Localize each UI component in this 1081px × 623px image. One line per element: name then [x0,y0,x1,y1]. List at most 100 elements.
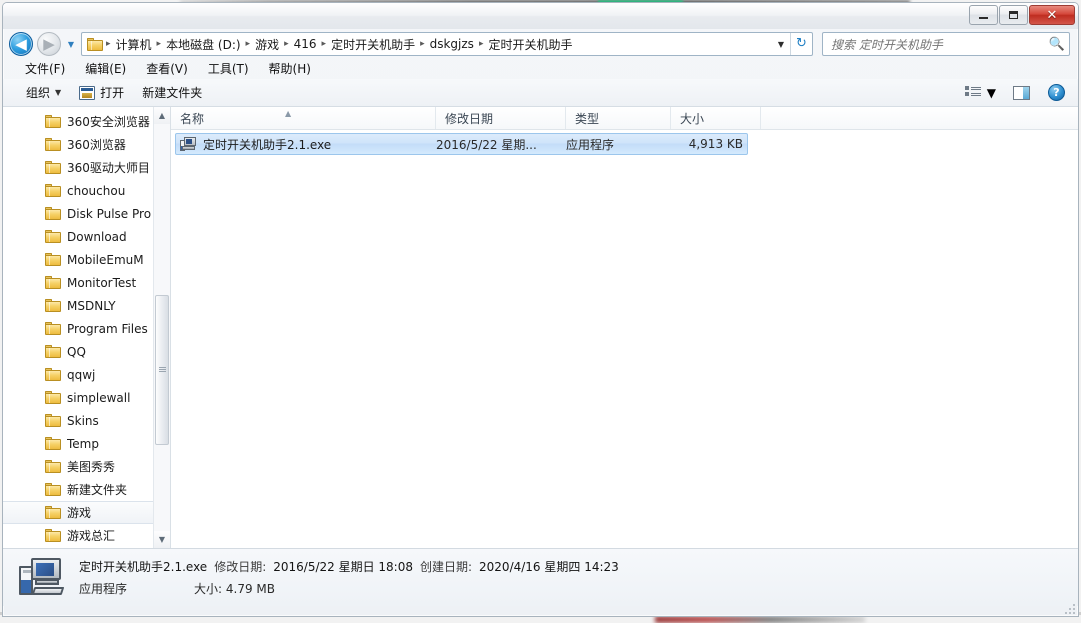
folder-icon [45,483,61,496]
nav-item-15[interactable]: 美图秀秀 [3,455,170,478]
folder-icon [45,299,61,312]
new-folder-label: 新建文件夹 [142,86,203,100]
details-text: 定时开关机助手2.1.exe 修改日期: 2016/5/22 星期日 18:08… [79,558,619,597]
history-dropdown-button[interactable]: ▼ [65,40,77,49]
open-button[interactable]: 打开 [70,82,133,104]
breadcrumb: ▸ 计算机 ▸ 本地磁盘 (D:) ▸ 游戏 ▸ 416 ▸ 定时开关机助手 ▸… [105,36,772,53]
nav-item-label: qqwj [67,367,96,382]
search-icon: 🔍 [1048,36,1065,52]
column-label: 名称 [180,111,205,126]
preview-pane-button[interactable] [1004,82,1039,104]
nav-item-11[interactable]: qqwj [3,363,170,386]
nav-item-label: Temp [67,436,99,451]
details-size: 大小: 4.79 MB [194,580,275,597]
details-file-type: 应用程序 [79,582,128,596]
organize-button[interactable]: 组织 ▼ [17,82,70,104]
restore-button[interactable] [999,5,1028,25]
command-toolbar: 组织 ▼ 打开 新建文件夹 ▼ ? [3,79,1078,107]
view-options-button[interactable]: ▼ [957,86,1004,100]
column-header-date[interactable]: 修改日期 [436,107,566,129]
folder-icon [45,322,61,335]
menu-item-help[interactable]: 帮助(H) [259,59,321,79]
details-size-value: 4.79 MB [225,582,275,596]
nav-item-14[interactable]: Temp [3,432,170,455]
breadcrumb-item-2[interactable]: 游戏 [251,36,283,53]
details-created-label: 创建日期: [419,560,473,574]
details-modified-label: 修改日期: [214,560,267,574]
restore-icon [1009,11,1018,19]
file-rows: 定时开关机助手2.1.exe 2016/5/22 星期... 应用程序 4,91… [171,133,1078,155]
chevron-down-icon: ▼ [158,535,166,544]
nav-item-3[interactable]: chouchou [3,179,170,202]
menu-item-file[interactable]: 文件(F) [15,59,75,79]
scroll-down-button[interactable]: ▼ [154,531,170,548]
nav-item-5[interactable]: Download [3,225,170,248]
chevron-down-icon: ▼ [986,85,996,100]
file-size-cell: 4,913 KB [688,137,743,151]
scrollbar-thumb[interactable] [155,295,169,445]
file-date-cell: 2016/5/22 星期... [436,137,537,152]
breadcrumb-item-4[interactable]: 定时开关机助手 [327,36,419,53]
breadcrumb-item-3[interactable]: 416 [290,37,321,51]
nav-item-1[interactable]: 360浏览器 [3,133,170,156]
nav-item-18[interactable]: 游戏总汇 [3,524,170,547]
forward-icon: ▶ [43,35,55,53]
menu-item-view[interactable]: 查看(V) [136,59,198,79]
address-bar-row: ◀ ▶ ▼ ▸ 计算机 ▸ 本地磁盘 (D:) ▸ 游戏 ▸ 416 ▸ 定时开… [3,29,1078,59]
nav-item-16[interactable]: 新建文件夹 [3,478,170,501]
breadcrumb-item-1[interactable]: 本地磁盘 (D:) [162,36,244,53]
nav-item-label: 游戏 [67,506,92,520]
close-button[interactable]: ✕ [1029,5,1075,25]
folder-icon [45,138,61,151]
refresh-button[interactable]: ↻ [790,33,812,55]
minimize-icon [979,17,988,19]
nav-item-13[interactable]: Skins [3,409,170,432]
back-button[interactable]: ◀ [9,32,33,56]
file-type-cell: 应用程序 [566,137,615,152]
nav-item-6[interactable]: MobileEmuM [3,248,170,271]
close-icon: ✕ [1046,7,1058,23]
column-header-type[interactable]: 类型 [566,107,671,129]
back-icon: ◀ [15,35,27,53]
nav-item-4[interactable]: Disk Pulse Pro [3,202,170,225]
nav-item-0[interactable]: 360安全浏览器 [3,110,170,133]
view-list-icon [964,86,981,99]
window-controls: ✕ [969,5,1075,25]
resize-grip[interactable] [1063,602,1075,614]
navigation-scrollbar[interactable]: ▲ ▼ [153,107,170,548]
breadcrumb-item-6[interactable]: 定时开关机助手 [484,36,576,53]
details-row-secondary: 应用程序 大小: 4.79 MB [79,580,619,597]
nav-item-12[interactable]: simplewall [3,386,170,409]
folder-icon [45,345,61,358]
help-button[interactable]: ? [1039,82,1074,104]
breadcrumb-item-5[interactable]: dskgjzs [426,37,478,51]
preview-pane-icon [1013,85,1030,100]
nav-item-8[interactable]: MSDNLY [3,294,170,317]
nav-item-10[interactable]: QQ [3,340,170,363]
column-header-name[interactable]: 名称 ▲ [171,107,436,129]
open-label: 打开 [100,86,125,100]
scroll-up-button[interactable]: ▲ [154,107,170,124]
nav-item-label: QQ [67,344,86,359]
nav-item-9[interactable]: Program Files [3,317,170,340]
nav-item-label: Disk Pulse Pro [67,206,152,221]
nav-item-17-selected[interactable]: 游戏 [3,501,170,524]
computer-application-icon [19,556,65,600]
menu-item-edit[interactable]: 编辑(E) [75,59,136,79]
refresh-icon: ↻ [796,36,807,51]
address-dropdown-button[interactable]: ▼ [772,40,790,49]
nav-item-label: 游戏总汇 [67,529,116,543]
forward-button[interactable]: ▶ [37,32,61,56]
search-input[interactable]: 搜索 定时开关机助手 🔍 [822,32,1070,56]
breadcrumb-item-0[interactable]: 计算机 [112,36,156,53]
column-header-size[interactable]: 大小 [671,107,761,129]
file-list-pane: 名称 ▲ 修改日期 类型 大小 定时开关机助手2.1.exe 2016/5/22… [171,107,1078,548]
menu-item-tools[interactable]: 工具(T) [198,59,259,79]
address-input[interactable]: ▸ 计算机 ▸ 本地磁盘 (D:) ▸ 游戏 ▸ 416 ▸ 定时开关机助手 ▸… [81,32,813,56]
details-row-primary: 定时开关机助手2.1.exe 修改日期: 2016/5/22 星期日 18:08… [79,558,619,575]
nav-item-2[interactable]: 360驱动大师目 [3,156,170,179]
table-row[interactable]: 定时开关机助手2.1.exe 2016/5/22 星期... 应用程序 4,91… [175,133,748,155]
nav-item-7[interactable]: MonitorTest [3,271,170,294]
new-folder-button[interactable]: 新建文件夹 [133,82,211,104]
minimize-button[interactable] [969,5,998,25]
